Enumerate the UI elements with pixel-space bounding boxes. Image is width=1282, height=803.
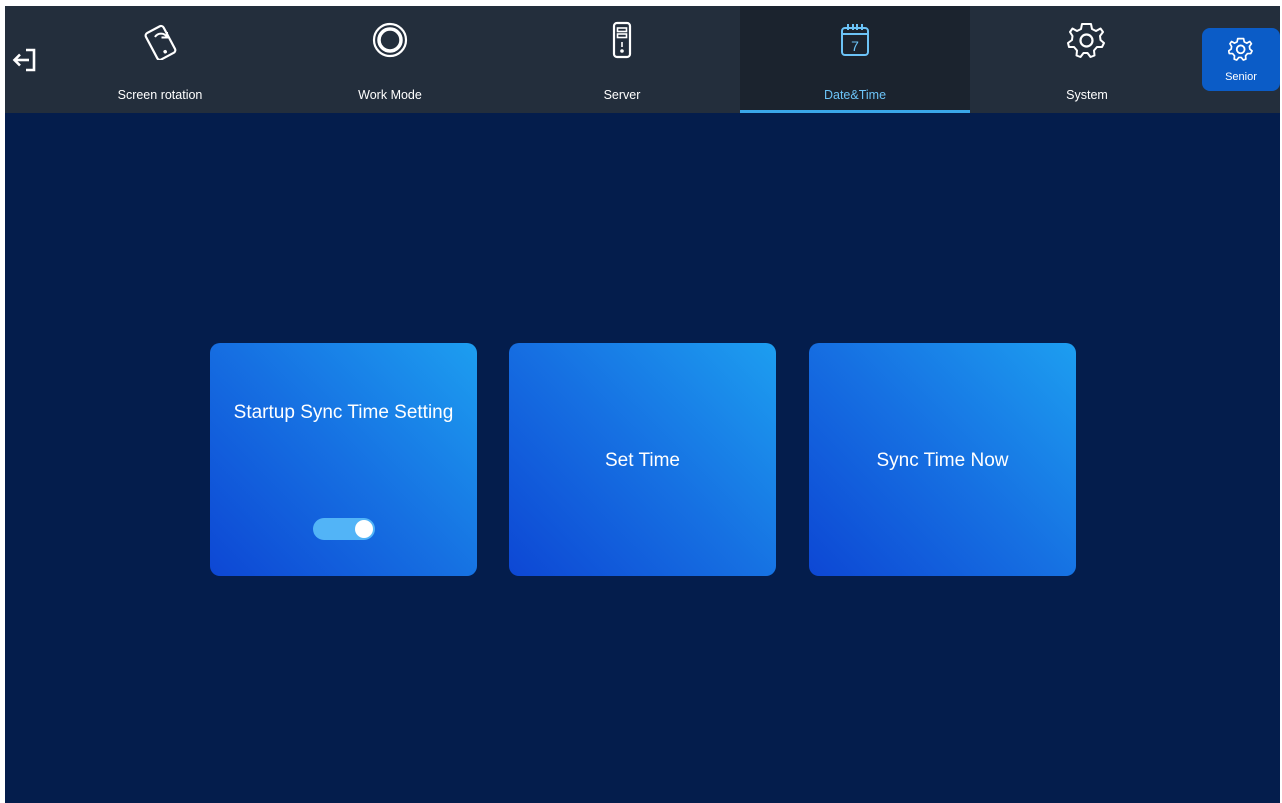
startup-sync-toggle[interactable]: [313, 518, 375, 540]
set-time-card[interactable]: Set Time: [509, 343, 776, 576]
calendar-day-text: 7: [851, 38, 859, 54]
tab-date-time[interactable]: 7 Date&Time: [740, 6, 970, 113]
toggle-knob: [355, 520, 373, 538]
senior-button[interactable]: Senior: [1202, 28, 1280, 91]
tab-label: System: [1066, 88, 1108, 102]
card-title: Set Time: [605, 450, 680, 471]
gear-icon: [1067, 23, 1105, 58]
top-navigation-bar: Screen rotation Work Mode Server 7 Date&…: [5, 6, 1280, 113]
gear-icon: [1228, 37, 1253, 61]
ring-icon: [372, 22, 408, 58]
app-window: Screen rotation Work Mode Server 7 Date&…: [5, 6, 1280, 803]
tab-work-mode[interactable]: Work Mode: [275, 6, 505, 113]
tab-screen-rotation[interactable]: Screen rotation: [45, 6, 275, 113]
card-title: Startup Sync Time Setting: [233, 402, 454, 423]
tab-label: Screen rotation: [117, 88, 203, 102]
sync-time-now-card[interactable]: Sync Time Now: [809, 343, 1076, 576]
calendar-icon: 7: [841, 24, 869, 56]
server-icon: [612, 21, 632, 59]
tab-system[interactable]: System: [972, 6, 1202, 113]
tab-label: Work Mode: [358, 88, 422, 102]
phone-rotate-icon: [144, 24, 177, 60]
senior-label: Senior: [1225, 71, 1257, 83]
exit-button[interactable]: [9, 44, 41, 76]
tab-server[interactable]: Server: [507, 6, 737, 113]
tab-label: Date&Time: [823, 88, 887, 102]
exit-icon: [12, 48, 36, 72]
startup-sync-time-setting-card[interactable]: Startup Sync Time Setting: [210, 343, 477, 576]
tab-label: Server: [603, 88, 641, 102]
card-title: Sync Time Now: [876, 450, 1009, 471]
